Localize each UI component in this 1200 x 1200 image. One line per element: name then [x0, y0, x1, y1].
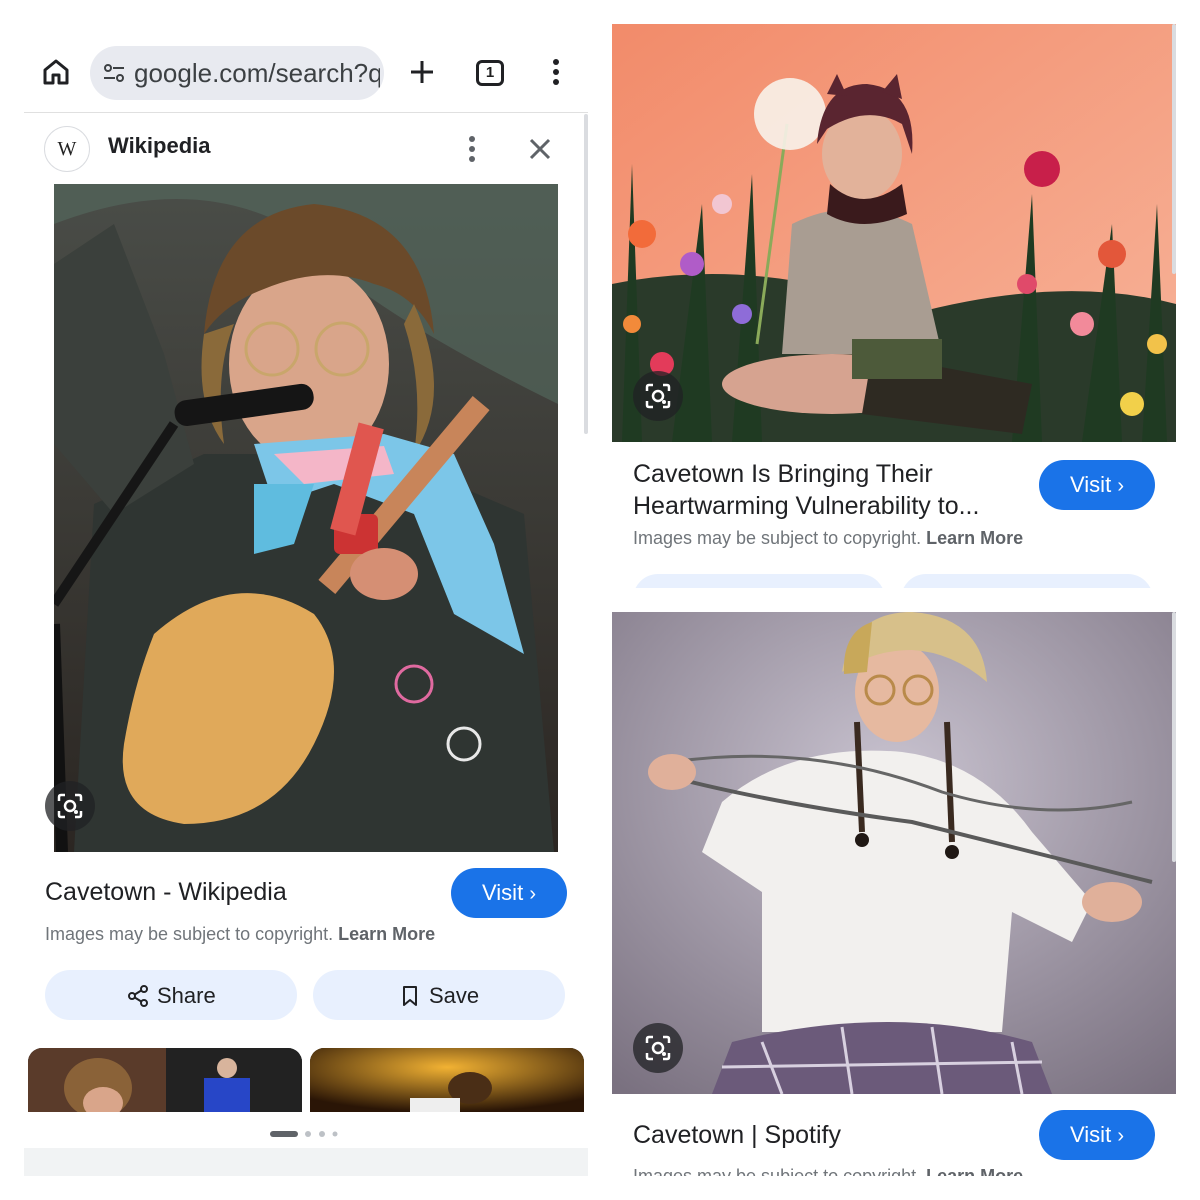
share-button-partial[interactable] — [633, 574, 885, 588]
close-button[interactable] — [524, 133, 556, 165]
browser-menu-button[interactable] — [544, 56, 568, 88]
new-tab-button[interactable] — [406, 56, 438, 88]
tabs-icon[interactable]: 1 — [476, 60, 504, 86]
copyright-text: Images may be subject to copyright. — [633, 528, 922, 548]
chevron-right-icon: › — [1117, 1125, 1124, 1147]
save-button-partial[interactable] — [901, 574, 1153, 588]
visit-label: Visit — [1070, 1122, 1112, 1147]
visit-button[interactable]: Visit › — [1039, 460, 1155, 510]
carousel-indicator — [270, 1125, 350, 1137]
visit-label: Visit — [482, 880, 524, 905]
lens-icon — [645, 383, 671, 409]
right-bottom-screenshot-panel: Cavetown | Spotify Visit › Images may be… — [612, 612, 1176, 1176]
share-button[interactable]: Share — [45, 970, 297, 1020]
home-icon — [43, 59, 69, 85]
visit-label: Visit — [1070, 472, 1112, 497]
scrollbar[interactable] — [1172, 24, 1176, 274]
source-header: W Wikipedia — [24, 112, 588, 185]
bookmark-icon — [403, 986, 417, 1006]
flower-photo — [612, 24, 1176, 442]
related-thumbnail[interactable] — [310, 1048, 584, 1112]
related-thumbnail[interactable] — [28, 1048, 302, 1112]
result-title[interactable]: Cavetown - Wikipedia — [45, 876, 287, 908]
save-label: Save — [429, 983, 480, 1008]
scrollbar[interactable] — [584, 114, 588, 434]
result-title-line: Heartwarming Vulnerability to... — [633, 492, 980, 520]
copyright-notice: Images may be subject to copyright. Lear… — [633, 1166, 1023, 1176]
result-title-line: Cavetown Is Bringing Their — [633, 460, 933, 488]
right-top-screenshot-panel: Cavetown Is Bringing Their Heartwarming … — [612, 24, 1176, 588]
wiki-logo: W — [44, 126, 90, 172]
copyright-text: Images may be subject to copyright. — [633, 1166, 922, 1176]
concert-photo — [54, 184, 558, 852]
thumbnail-image — [28, 1048, 302, 1112]
result-image[interactable] — [612, 24, 1176, 442]
close-icon — [529, 138, 551, 160]
home-button[interactable] — [40, 56, 72, 88]
more-vert-icon — [553, 59, 559, 85]
source-more-button[interactable] — [460, 133, 484, 165]
copyright-text: Images may be subject to copyright. — [45, 924, 334, 944]
share-label: Share — [157, 983, 216, 1008]
result-image[interactable] — [612, 612, 1176, 1094]
tune-icon[interactable] — [102, 61, 126, 85]
browser-toolbar: google.com/search?q 1 — [24, 24, 588, 112]
more-vert-icon — [469, 136, 475, 162]
lens-icon — [57, 793, 83, 819]
copyright-notice: Images may be subject to copyright. Lear… — [633, 528, 1023, 549]
result-title[interactable]: Cavetown | Spotify — [633, 1119, 841, 1151]
plus-icon — [411, 61, 433, 83]
lens-icon — [645, 1035, 671, 1061]
learn-more-link[interactable]: Learn More — [338, 924, 435, 944]
url-text: google.com/search?q — [134, 58, 380, 88]
learn-more-link[interactable]: Learn More — [926, 1166, 1023, 1176]
learn-more-link[interactable]: Learn More — [926, 528, 1023, 548]
sweater-photo — [612, 612, 1176, 1094]
lens-search-button[interactable] — [633, 1023, 683, 1073]
main-result-image[interactable] — [54, 184, 558, 852]
result-title[interactable]: Cavetown Is Bringing Their Heartwarming … — [633, 458, 979, 522]
lens-search-button[interactable] — [633, 371, 683, 421]
lens-search-button[interactable] — [45, 781, 95, 831]
thumbnail-image — [310, 1048, 584, 1112]
visit-button[interactable]: Visit › — [451, 868, 567, 918]
left-screenshot-panel: google.com/search?q 1 W Wikipedia Caveto… — [24, 24, 588, 1176]
scrollbar[interactable] — [1172, 612, 1176, 862]
copyright-notice: Images may be subject to copyright. Lear… — [45, 924, 435, 945]
chevron-right-icon: › — [1117, 475, 1124, 497]
share-icon — [128, 985, 148, 1007]
address-bar[interactable]: google.com/search?q — [90, 46, 384, 100]
chevron-right-icon: › — [529, 883, 536, 905]
system-navigation-bar — [24, 1148, 588, 1176]
source-name: Wikipedia — [108, 133, 211, 158]
save-button[interactable]: Save — [313, 970, 565, 1020]
visit-button[interactable]: Visit › — [1039, 1110, 1155, 1160]
